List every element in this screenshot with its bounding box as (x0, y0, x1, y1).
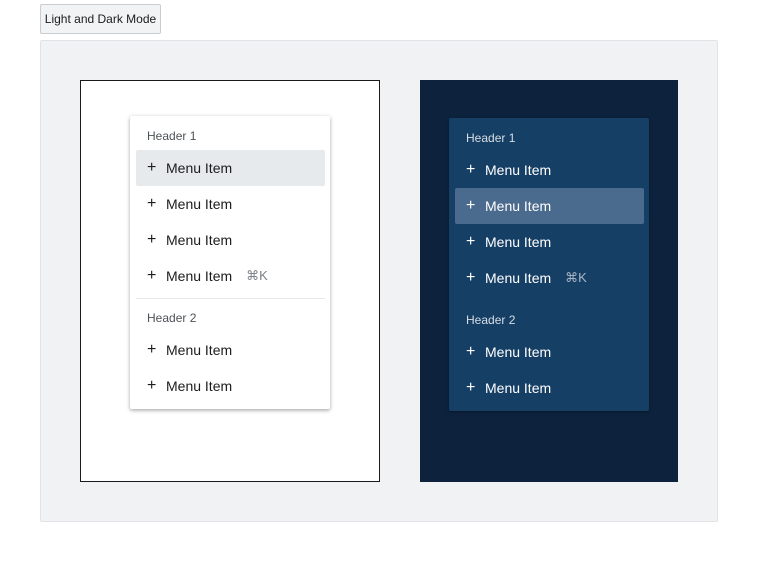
menu-header-1: Header 1 (147, 129, 197, 143)
menu-item[interactable]: + Menu Item ⌘K (136, 258, 325, 294)
plus-icon: + (147, 267, 157, 284)
menu-item-label: Menu Item (166, 160, 233, 176)
plus-icon: + (466, 343, 476, 360)
plus-icon: + (466, 379, 476, 396)
menu-item-label: Menu Item (166, 196, 233, 212)
keyboard-shortcut: ⌘K (565, 270, 587, 285)
menu-item[interactable]: + Menu Item (455, 224, 644, 260)
plus-icon: + (147, 231, 157, 248)
menu-item-label: Menu Item (485, 344, 552, 360)
plus-icon: + (147, 159, 157, 176)
menu-item-label: Menu Item (166, 378, 233, 394)
menu-divider (136, 298, 325, 299)
plus-icon: + (466, 197, 476, 214)
plus-icon: + (147, 195, 157, 212)
menu-item-label: Menu Item (166, 232, 233, 248)
menu-item[interactable]: + Menu Item (136, 332, 325, 368)
menu-item-label: Menu Item (166, 268, 233, 284)
menu-header-2: Header 2 (147, 311, 197, 325)
menu-item[interactable]: + Menu Item (136, 368, 325, 404)
light-menu: Header 1 + Menu Item + Menu Item + Menu … (130, 116, 330, 409)
menu-item[interactable]: + Menu Item (136, 150, 325, 186)
menu-item-label: Menu Item (485, 198, 552, 214)
keyboard-shortcut: ⌘K (246, 268, 268, 283)
menu-item[interactable]: + Menu Item (136, 186, 325, 222)
menu-item-label: Menu Item (166, 342, 233, 358)
light-dark-mode-button[interactable]: Light and Dark Mode (40, 4, 161, 34)
plus-icon: + (466, 269, 476, 286)
plus-icon: + (466, 161, 476, 178)
menu-item[interactable]: + Menu Item ⌘K (455, 260, 644, 296)
menu-header-1: Header 1 (466, 131, 516, 145)
menu-item[interactable]: + Menu Item (136, 222, 325, 258)
menu-item-label: Menu Item (485, 270, 552, 286)
menu-item[interactable]: + Menu Item (455, 370, 644, 406)
menu-item-label: Menu Item (485, 234, 552, 250)
plus-icon: + (466, 233, 476, 250)
menu-item-label: Menu Item (485, 380, 552, 396)
menu-item-label: Menu Item (485, 162, 552, 178)
menu-header-2: Header 2 (466, 313, 516, 327)
dark-menu: Header 1 + Menu Item + Menu Item + Menu … (449, 118, 649, 411)
menu-item[interactable]: + Menu Item (455, 334, 644, 370)
menu-item[interactable]: + Menu Item (455, 188, 644, 224)
plus-icon: + (147, 377, 157, 394)
plus-icon: + (147, 341, 157, 358)
menu-item[interactable]: + Menu Item (455, 152, 644, 188)
